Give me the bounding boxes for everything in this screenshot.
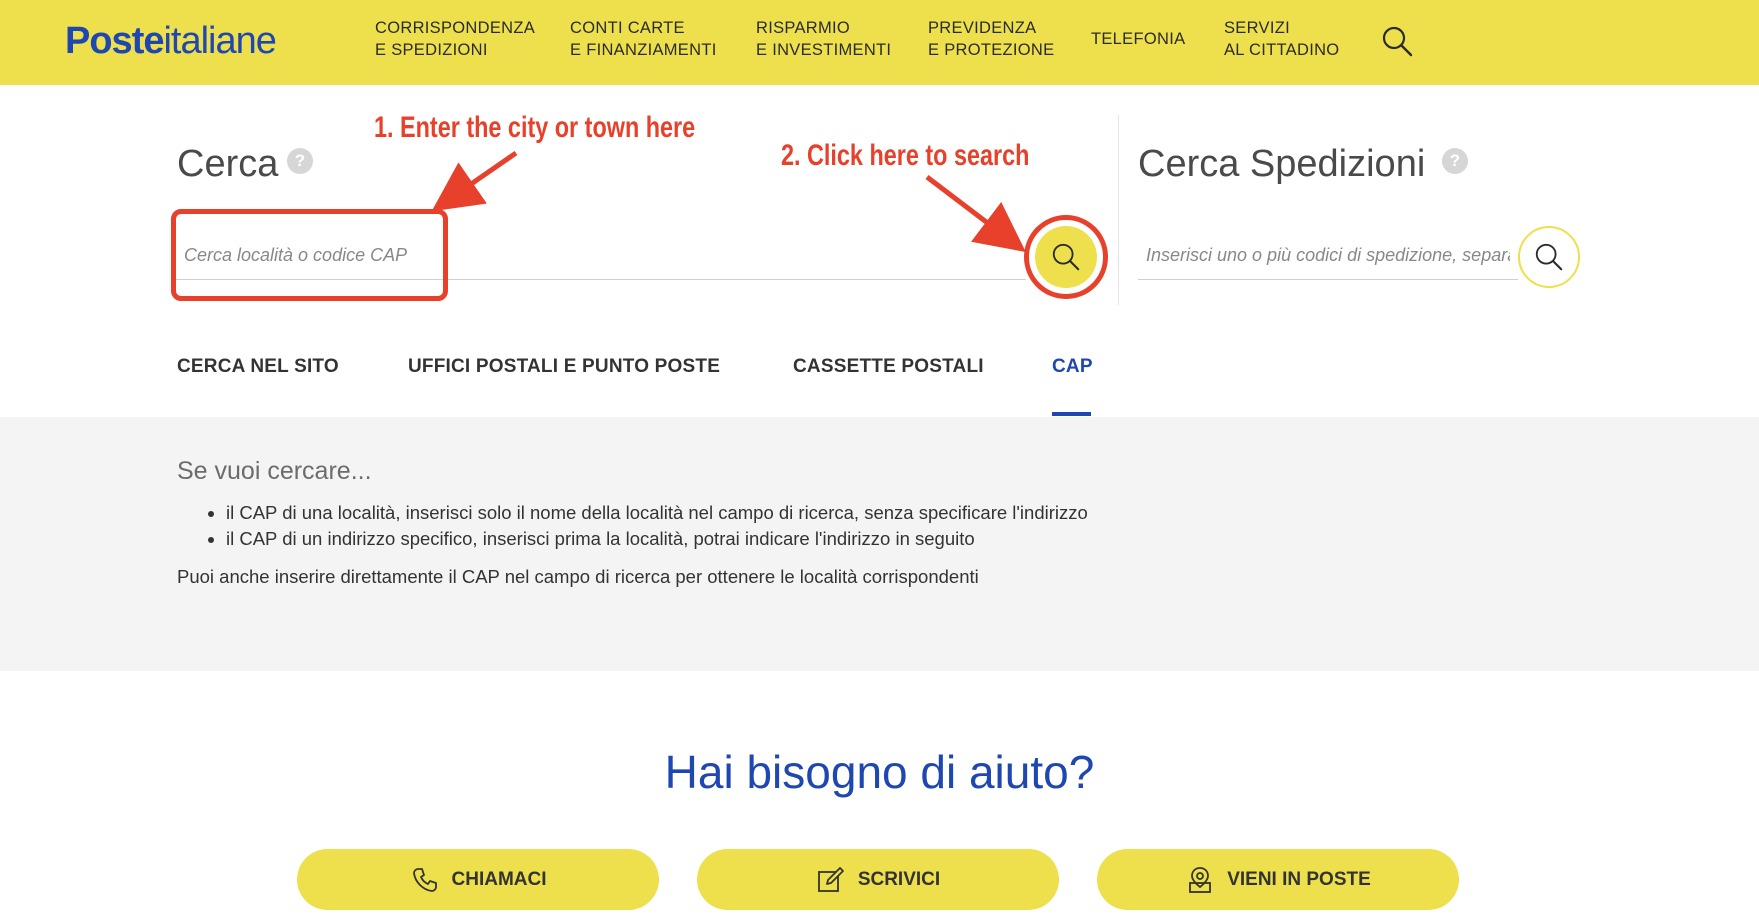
top-header: Posteitaliane CORRISPONDENZA E SPEDIZION…	[0, 0, 1759, 85]
nav-label-line1: CONTI CARTE	[570, 19, 685, 37]
search-icon[interactable]	[1380, 24, 1414, 58]
nav-label-line1: CORRISPONDENZA	[375, 19, 536, 37]
scrivici-label: SCRIVICI	[857, 868, 941, 890]
chiamaci-button[interactable]: CHIAMACI	[297, 849, 659, 910]
tab-uffici-postali[interactable]: UFFICI POSTALI E PUNTO POSTE	[408, 356, 720, 378]
nav-risparmio[interactable]: RISPARMIO E INVESTIMENTI	[756, 17, 891, 61]
search-icon	[1535, 243, 1563, 271]
vieni-in-poste-button[interactable]: VIENI IN POSTE	[1097, 849, 1459, 910]
arrow-to-button	[925, 175, 1026, 253]
nav-label-line2: E FINANZIAMENTI	[570, 41, 717, 59]
nav-label-line1: RISPARMIO	[756, 19, 851, 37]
help-title: Hai bisogno di aiuto?	[664, 746, 1095, 798]
active-tab-indicator	[1052, 412, 1091, 416]
nav-label-line2: AL CITTADINO	[1224, 41, 1340, 59]
nav-label-line1: PREVIDENZA	[928, 19, 1037, 37]
arrow-to-input	[431, 150, 518, 212]
tab-cap[interactable]: CAP	[1052, 356, 1093, 378]
nav-label-line2: E SPEDIZIONI	[375, 41, 488, 59]
scrivici-button[interactable]: SCRIVICI	[697, 849, 1059, 910]
nav-label-line1: TELEFONIA	[1091, 30, 1186, 48]
phone-icon	[412, 867, 437, 892]
vieni-in-poste-label: VIENI IN POSTE	[1227, 868, 1371, 890]
annotation-step2: 2. Click here to search	[781, 139, 1030, 172]
shipment-search-button[interactable]	[1518, 226, 1580, 288]
cerca-title: Cerca	[177, 143, 279, 185]
chiamaci-label: CHIAMACI	[451, 868, 547, 890]
nav-label-line1: SERVIZI	[1224, 19, 1290, 37]
nav-servizi[interactable]: SERVIZI AL CITTADINO	[1224, 17, 1339, 61]
poste-italiane-logo[interactable]: Posteitaliane	[65, 20, 277, 63]
nav-label-line2: E INVESTIMENTI	[756, 41, 892, 59]
list-item: il CAP di un indirizzo specifico, inseri…	[226, 526, 1088, 552]
pencil-icon	[817, 866, 844, 892]
location-pin-icon	[1189, 866, 1212, 893]
info-list: il CAP di una località, inserisci solo i…	[204, 500, 1088, 552]
nav-conti-carte[interactable]: CONTI CARTE E FINANZIAMENTI	[570, 17, 717, 61]
info-note: Puoi anche inserire direttamente il CAP …	[177, 566, 979, 587]
nav-telefonia[interactable]: TELEFONIA	[1091, 28, 1185, 50]
nav-previdenza[interactable]: PREVIDENZA E PROTEZIONE	[928, 17, 1054, 61]
annotation-step1: 1. Enter the city or town here	[374, 111, 696, 144]
logo-bold-text: Poste	[65, 20, 164, 62]
nav-corrispondenza[interactable]: CORRISPONDENZA E SPEDIZIONI	[375, 17, 535, 61]
info-title: Se vuoi cercare...	[177, 457, 372, 485]
nav-label-line2: E PROTEZIONE	[928, 41, 1055, 59]
cerca-help-icon[interactable]: ?	[287, 148, 313, 174]
annotation-button-highlight	[1024, 215, 1108, 299]
cerca-spedizioni-title: Cerca Spedizioni	[1138, 143, 1426, 185]
search-divider	[1118, 115, 1119, 305]
list-item: il CAP di una località, inserisci solo i…	[226, 500, 1088, 526]
tab-cerca-nel-sito[interactable]: CERCA NEL SITO	[177, 356, 339, 378]
spedizioni-help-icon[interactable]: ?	[1442, 148, 1468, 174]
annotation-input-highlight	[171, 209, 448, 301]
shipment-codes-input[interactable]	[1138, 232, 1518, 280]
tab-cassette-postali[interactable]: CASSETTE POSTALI	[793, 356, 984, 378]
logo-light-text: italiane	[163, 20, 276, 62]
